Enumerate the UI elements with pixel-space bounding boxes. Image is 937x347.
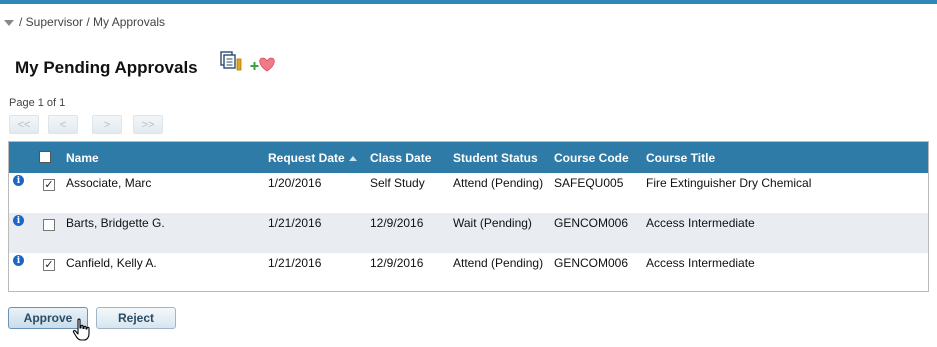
cell-class-date: Self Study [370,176,425,190]
cell-course-title: Fire Extinguisher Dry Chemical [646,176,812,190]
cell-name: Barts, Bridgette G. [66,216,165,230]
pager-status: Page 1 of 1 [9,97,66,109]
collapse-arrow-icon[interactable] [4,19,14,26]
cell-request-date: 1/21/2016 [268,256,322,270]
title-icons [219,50,276,79]
info-icon[interactable]: i [13,255,24,266]
pager-next-button[interactable]: > [92,115,122,134]
page-title: My Pending Approvals [15,58,198,77]
info-icon[interactable]: i [13,175,24,186]
cell-class-date: 12/9/2016 [370,216,424,230]
column-header-name[interactable]: Name [66,151,99,165]
info-icon[interactable]: i [13,215,24,226]
cell-course-code: GENCOM006 [554,216,629,230]
row-checkbox[interactable] [43,259,55,271]
cell-request-date: 1/21/2016 [268,216,322,230]
hand-pointer-cursor-icon [72,318,92,347]
column-header-request-date-label: Request Date [268,151,345,165]
cell-course-title: Access Intermediate [646,256,755,270]
cell-student-status: Wait (Pending) [453,216,532,230]
row-checkbox[interactable] [43,179,55,191]
approvals-table: Name Request Date Class Date Student Sta… [8,141,929,292]
breadcrumb-text: / Supervisor / My Approvals [19,15,166,29]
cell-name: Canfield, Kelly A. [66,256,157,270]
cell-student-status: Attend (Pending) [453,176,544,190]
table-row[interactable]: i Canfield, Kelly A. 1/21/2016 12/9/2016… [9,253,928,293]
pager-last-button[interactable]: >> [133,115,163,134]
cell-request-date: 1/20/2016 [268,176,322,190]
add-favorite-heart-icon[interactable] [250,55,276,78]
cell-class-date: 12/9/2016 [370,256,424,270]
pager-first-button[interactable]: << [9,115,39,134]
column-header-course-code[interactable]: Course Code [554,151,629,165]
pager-prev-button[interactable]: < [48,115,78,134]
top-accent-bar [0,0,937,4]
column-header-request-date[interactable]: Request Date [268,151,357,165]
column-header-class-date[interactable]: Class Date [370,151,431,165]
cell-student-status: Attend (Pending) [453,256,544,270]
column-header-student-status[interactable]: Student Status [453,151,538,165]
cell-course-code: SAFEQU005 [554,176,624,190]
table-row[interactable]: i Associate, Marc 1/20/2016 Self Study A… [9,173,928,213]
cell-course-title: Access Intermediate [646,216,755,230]
column-header-course-title[interactable]: Course Title [646,151,715,165]
cell-name: Associate, Marc [66,176,152,190]
table-header: Name Request Date Class Date Student Sta… [9,142,928,173]
breadcrumb: / Supervisor / My Approvals [4,15,165,29]
row-checkbox[interactable] [43,219,55,231]
select-all-checkbox[interactable] [39,151,51,163]
cell-course-code: GENCOM006 [554,256,629,270]
sort-ascending-icon [348,156,357,162]
copy-documents-icon[interactable] [219,50,245,79]
reject-button[interactable]: Reject [96,307,176,329]
table-row[interactable]: i Barts, Bridgette G. 1/21/2016 12/9/201… [9,213,928,253]
